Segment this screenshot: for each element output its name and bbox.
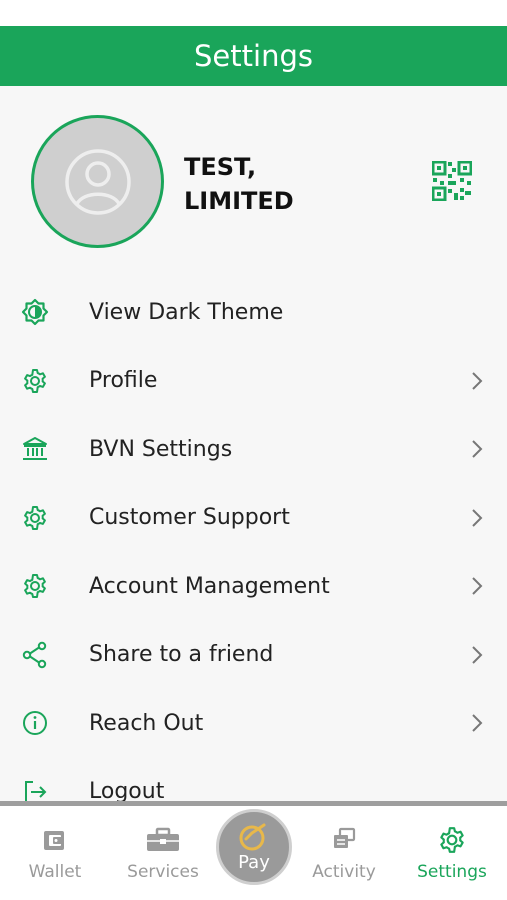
briefcase-icon <box>147 827 179 851</box>
menu-item-bvn-settings[interactable]: BVN Settings <box>0 415 507 484</box>
chevron-right-icon <box>472 714 483 732</box>
menu-item-profile[interactable]: Profile <box>0 347 507 416</box>
share-icon <box>20 640 50 670</box>
gear-icon <box>20 503 50 533</box>
settings-menu: View Dark Theme Profile BVN Settings Cus… <box>0 278 507 826</box>
app-header: Settings <box>0 26 507 86</box>
user-placeholder-icon <box>64 148 131 215</box>
gear-icon <box>20 571 50 601</box>
nav-services[interactable]: Services <box>113 826 213 882</box>
nav-settings[interactable]: Settings <box>402 826 502 882</box>
settings-screen: Settings TEST, LIMITED View Dark Theme P… <box>0 0 507 900</box>
chevron-right-icon <box>472 577 483 595</box>
nav-label-wallet: Wallet <box>28 862 82 882</box>
wallet-icon <box>44 831 64 850</box>
chevron-right-icon <box>472 372 483 390</box>
menu-item-label: BVN Settings <box>89 436 233 462</box>
nav-label-settings: Settings <box>417 862 487 882</box>
chevron-right-icon <box>472 440 483 458</box>
menu-item-label: Reach Out <box>89 710 204 736</box>
user-name: TEST, LIMITED <box>184 153 294 215</box>
menu-item-label: Account Management <box>89 573 330 599</box>
pay-icon <box>239 823 266 850</box>
bank-icon <box>20 434 50 464</box>
chevron-right-icon <box>472 509 483 527</box>
menu-item-label: Profile <box>89 368 158 394</box>
chevron-right-icon <box>472 646 483 664</box>
info-icon <box>20 708 50 738</box>
activity-icon <box>334 827 356 848</box>
pay-button[interactable]: Pay <box>216 809 292 885</box>
nav-wallet[interactable]: Wallet <box>5 826 105 882</box>
status-bar <box>0 0 507 26</box>
menu-item-customer-support[interactable]: Customer Support <box>0 484 507 553</box>
menu-item-label: Customer Support <box>89 505 290 531</box>
page-title: Settings <box>194 39 313 73</box>
avatar[interactable] <box>31 115 164 248</box>
nav-label-activity: Activity <box>312 862 376 882</box>
gear-icon <box>440 827 464 853</box>
nav-activity[interactable]: Activity <box>294 826 394 882</box>
pay-label: Pay <box>238 851 270 873</box>
bottom-nav: Wallet Services Pay Activity Settings <box>0 801 507 900</box>
gear-icon <box>20 366 50 396</box>
menu-item-account-management[interactable]: Account Management <box>0 552 507 621</box>
menu-item-reach-out[interactable]: Reach Out <box>0 689 507 758</box>
menu-item-label: Share to a friend <box>89 642 274 668</box>
menu-item-dark-theme[interactable]: View Dark Theme <box>0 278 507 347</box>
nav-label-services: Services <box>127 862 199 882</box>
menu-item-label: View Dark Theme <box>89 299 284 325</box>
qr-code-icon[interactable] <box>432 161 472 201</box>
profile-section: TEST, LIMITED <box>0 86 507 266</box>
menu-item-share[interactable]: Share to a friend <box>0 621 507 690</box>
theme-toggle-icon <box>20 297 50 327</box>
